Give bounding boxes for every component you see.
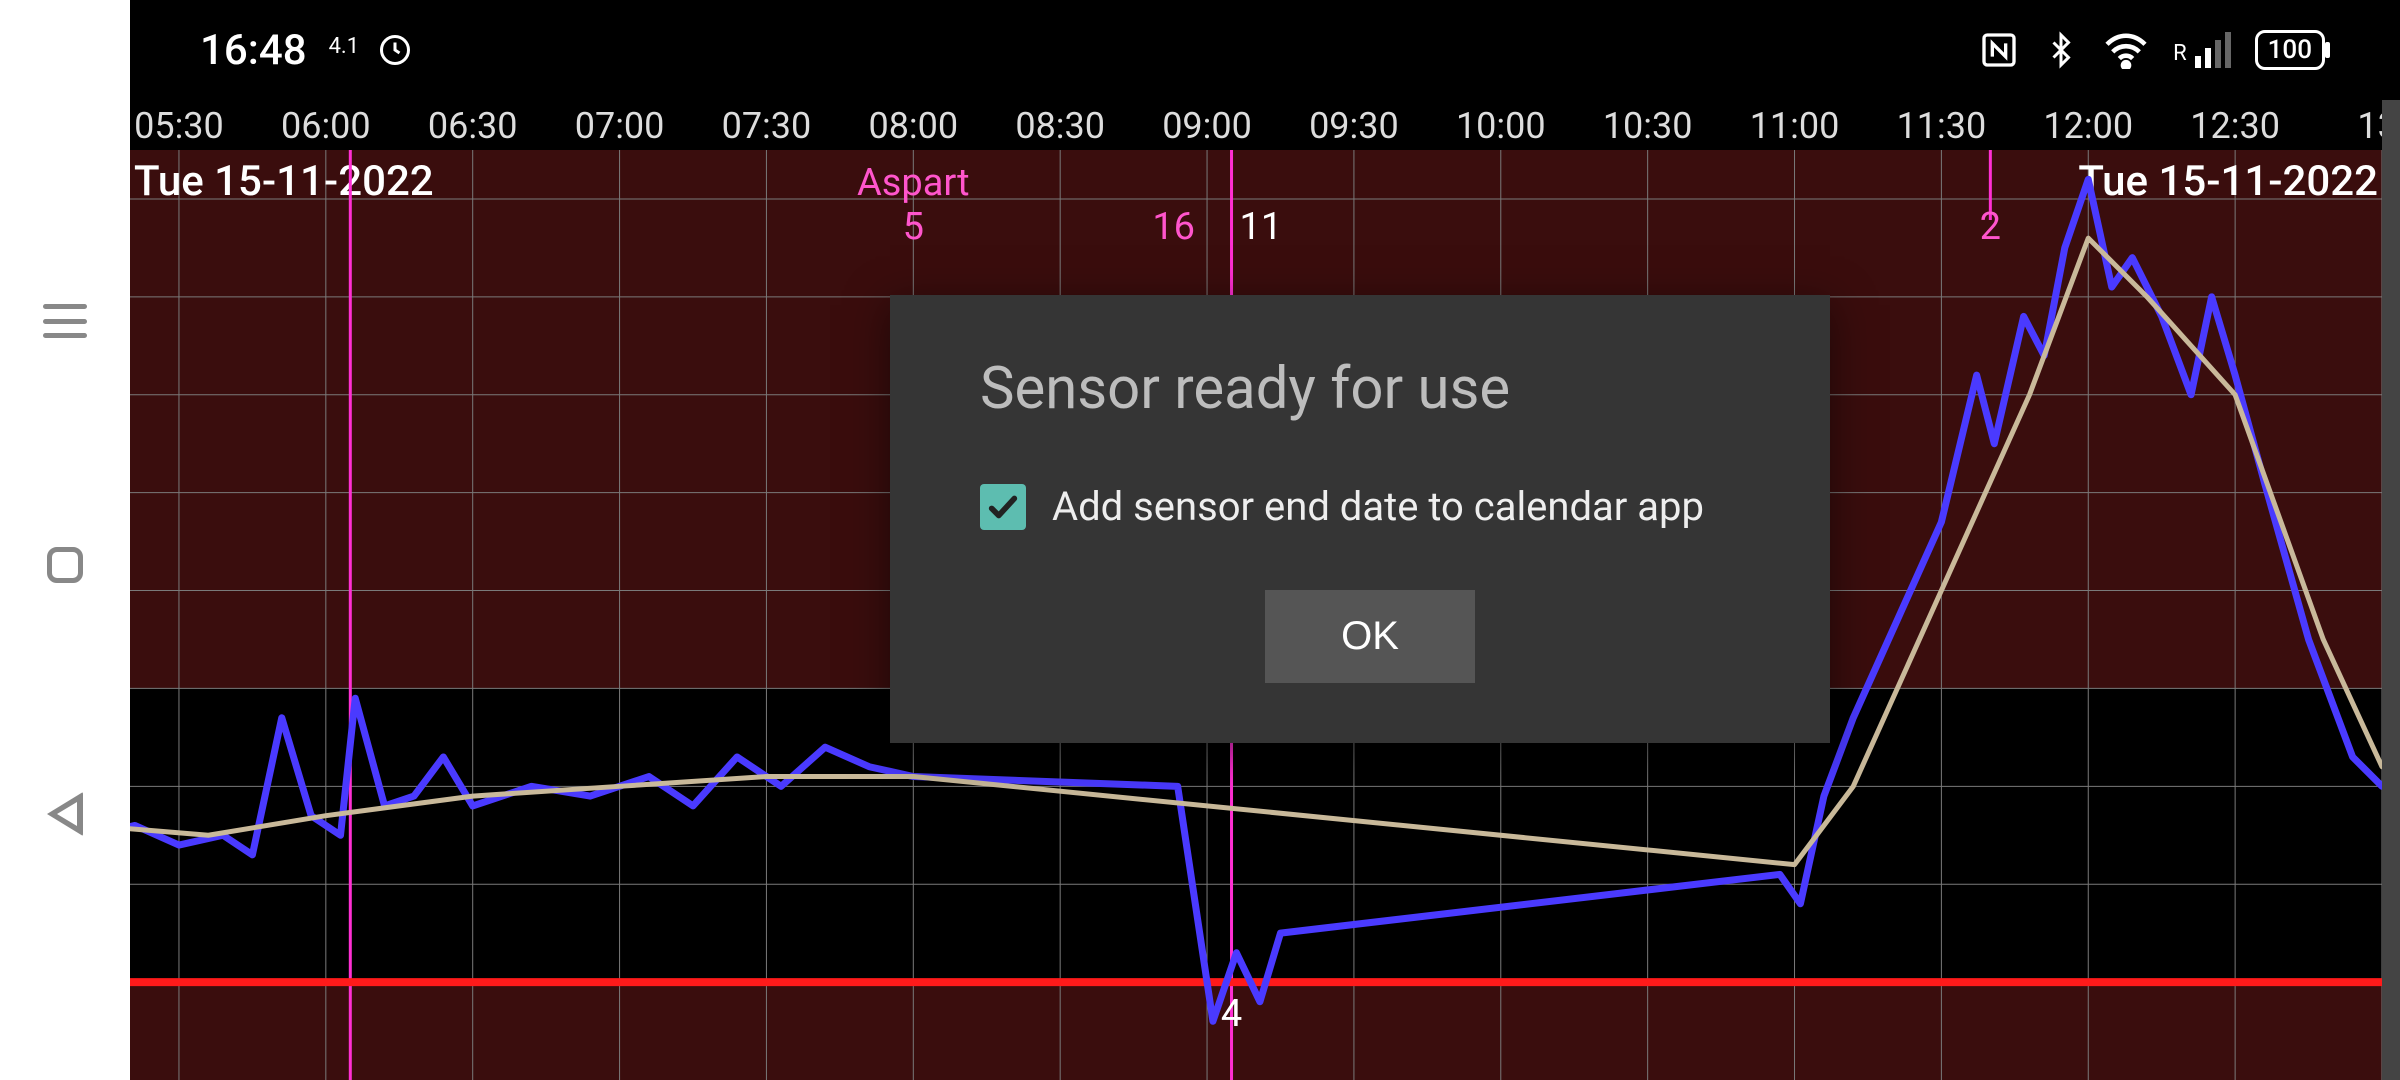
svg-text:12:00: 12:00 <box>2043 105 2133 147</box>
svg-text:13:: 13: <box>2357 105 2382 147</box>
signal-icon: R <box>2173 32 2231 68</box>
svg-text:Aspart: Aspart <box>857 161 970 205</box>
svg-text:5: 5 <box>903 205 924 249</box>
svg-text:09:30: 09:30 <box>1309 105 1399 147</box>
svg-text:11: 11 <box>1240 205 1283 249</box>
app-root: 16:48 4.1 <box>130 0 2400 1080</box>
dialog-title: Sensor ready for use <box>980 355 1760 423</box>
svg-text:2: 2 <box>1980 205 2001 249</box>
add-to-calendar-checkbox[interactable] <box>980 484 1026 530</box>
svg-text:16: 16 <box>1152 205 1195 249</box>
status-bar: 16:48 4.1 <box>130 0 2400 100</box>
android-nav-bar <box>0 0 130 1080</box>
svg-text:06:30: 06:30 <box>428 105 518 147</box>
svg-text:Tue 15-11-2022: Tue 15-11-2022 <box>2078 157 2378 206</box>
sync-icon <box>377 32 413 68</box>
bluetooth-icon <box>2043 28 2079 72</box>
wifi-icon <box>2103 31 2149 69</box>
battery-indicator: 100 <box>2255 30 2325 70</box>
ok-button[interactable]: OK <box>1265 590 1475 683</box>
home-icon[interactable] <box>47 547 83 583</box>
svg-text:09:00: 09:00 <box>1162 105 1252 147</box>
recent-apps-icon[interactable] <box>43 304 87 338</box>
svg-text:10:30: 10:30 <box>1603 105 1693 147</box>
status-small-label: 4.1 <box>329 34 360 59</box>
right-gutter <box>2382 0 2400 1080</box>
sensor-ready-dialog: Sensor ready for use Add sensor end date… <box>890 295 1830 743</box>
svg-text:11:30: 11:30 <box>1897 105 1987 147</box>
svg-text:Tue 15-11-2022: Tue 15-11-2022 <box>134 157 434 206</box>
battery-pct: 100 <box>2268 35 2312 65</box>
status-clock: 16:48 <box>200 26 307 75</box>
svg-text:05:30: 05:30 <box>134 105 224 147</box>
add-to-calendar-row[interactable]: Add sensor end date to calendar app <box>980 483 1760 530</box>
svg-text:08:30: 08:30 <box>1015 105 1105 147</box>
back-icon[interactable] <box>47 792 83 836</box>
nfc-icon <box>1979 30 2019 70</box>
svg-text:12:30: 12:30 <box>2190 105 2280 147</box>
add-to-calendar-label: Add sensor end date to calendar app <box>1052 483 1704 530</box>
svg-text:11:00: 11:00 <box>1750 105 1840 147</box>
svg-text:4: 4 <box>1221 992 1242 1036</box>
svg-text:10:00: 10:00 <box>1456 105 1546 147</box>
svg-text:07:00: 07:00 <box>575 105 665 147</box>
svg-text:07:30: 07:30 <box>722 105 812 147</box>
signal-label: R <box>2173 41 2187 66</box>
svg-text:06:00: 06:00 <box>281 105 371 147</box>
svg-text:08:00: 08:00 <box>868 105 958 147</box>
